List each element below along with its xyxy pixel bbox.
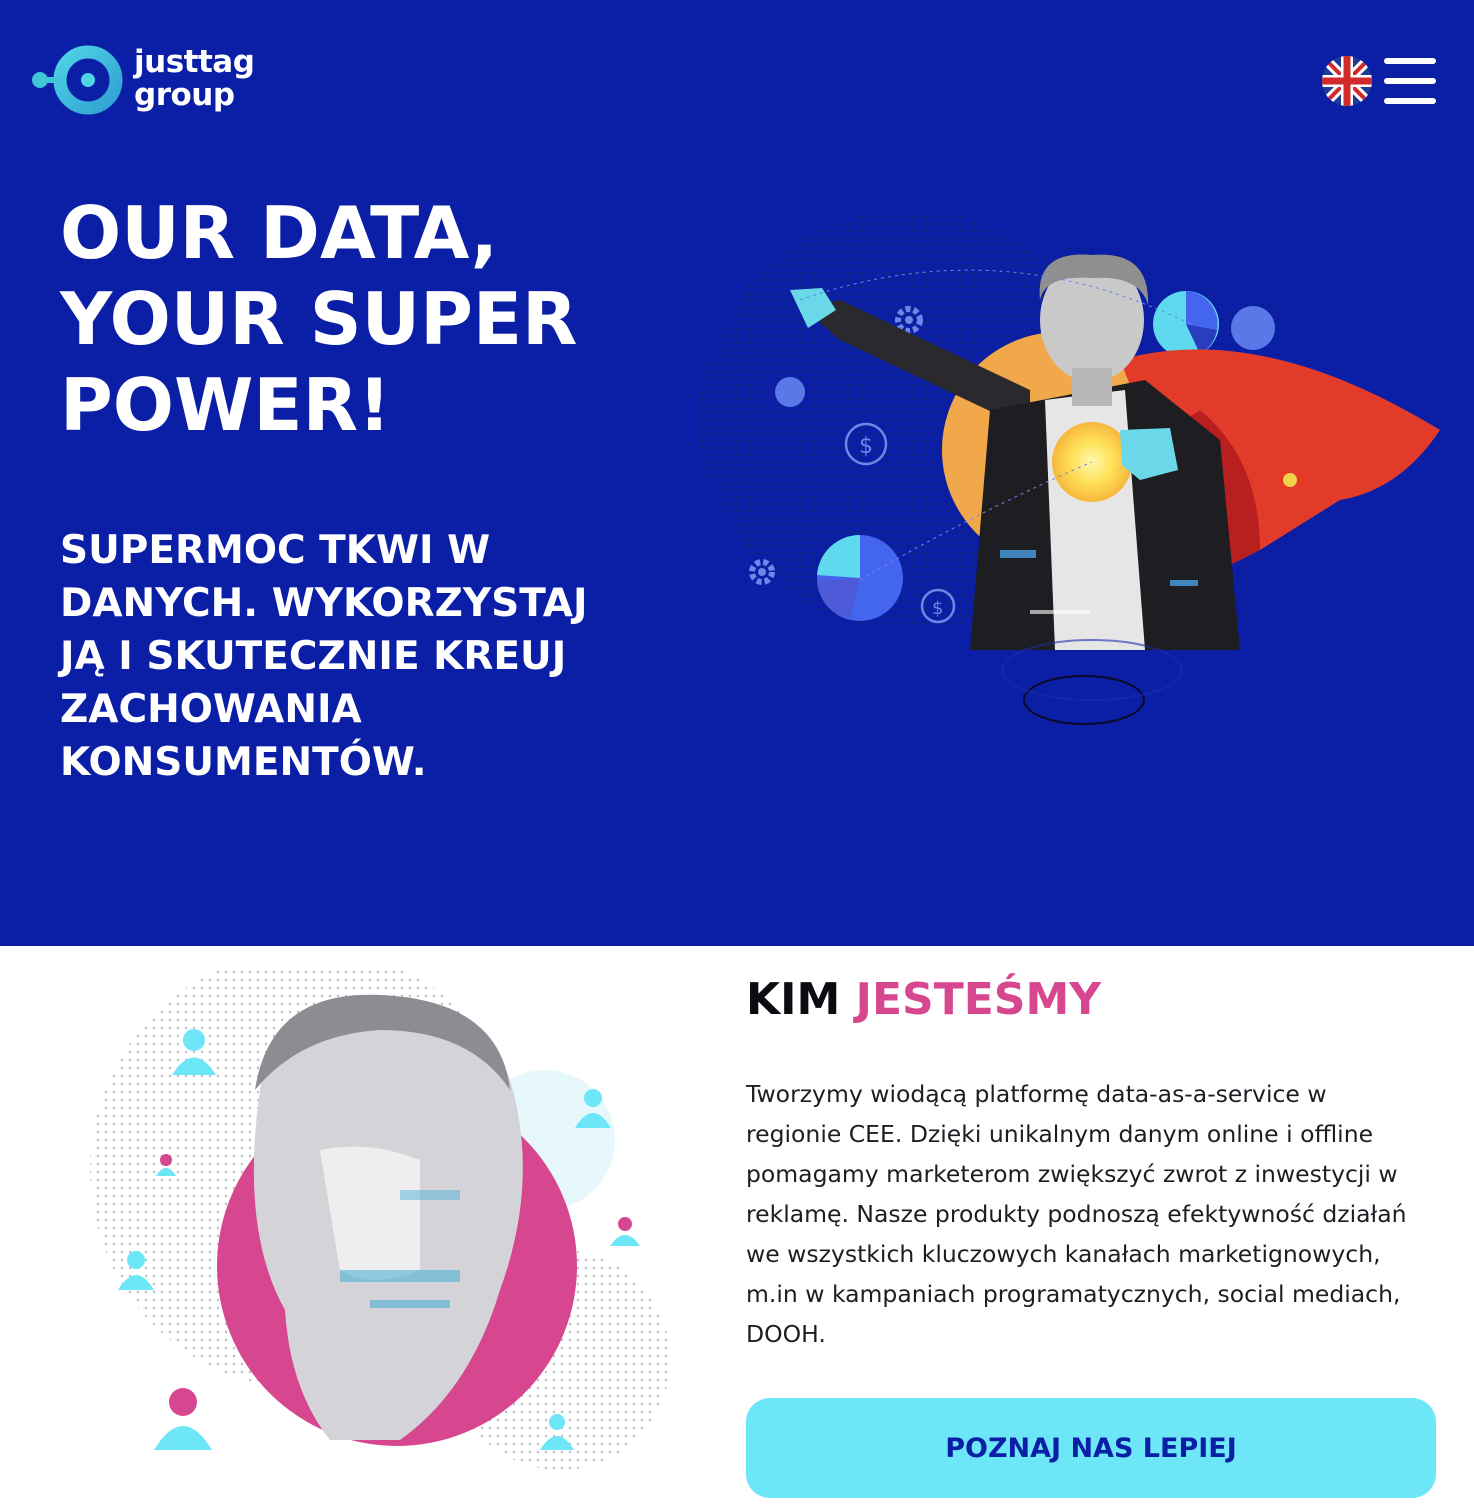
menu-bar-icon [1384, 98, 1436, 104]
about-heading-part-1: KIM [746, 974, 841, 1025]
logo-line-1: justtag [134, 44, 255, 80]
justtag-logo[interactable]: justtag group [30, 40, 270, 120]
svg-text:$: $ [932, 598, 943, 619]
hero-title-line: POWER! [60, 363, 391, 447]
about-description-line: regionie CEE. Dzięki unikalnym danym onl… [746, 1120, 1374, 1148]
about-description-line: pomagamy marketerom zwiększyć zwrot z in… [746, 1160, 1398, 1188]
menu-bar-icon [1384, 58, 1436, 64]
pie-chart-icon [1153, 291, 1219, 357]
person-icon [154, 1388, 212, 1450]
hero-subtitle-line: JĄ I SKUTECZNIE KREUJ [60, 634, 567, 679]
logo-wordmark: justtag group [134, 44, 255, 113]
about-description-line: m.in w kampaniach programatycznych, soci… [746, 1280, 1401, 1308]
about-description-line: we wszystkich kluczowych kanałach market… [746, 1240, 1381, 1268]
hero-title-line: OUR DATA, [60, 191, 499, 275]
hero-title-line: YOUR SUPER [60, 277, 578, 361]
pie-chart-icon [817, 534, 903, 621]
about-description: Tworzymy wiodącą platformę data-as-a-ser… [746, 1074, 1436, 1354]
about-description-line: reklamę. Nasze produkty podnoszą efektyw… [746, 1200, 1407, 1228]
hero-section: justtag group OUR DATA, YOUR SUPER POWER… [0, 0, 1474, 946]
menu-bar-icon [1384, 78, 1436, 84]
about-heading-part-2: JESTEŚMY [855, 974, 1102, 1025]
logo-mark-icon [32, 45, 123, 115]
hero-title: OUR DATA, YOUR SUPER POWER! [60, 190, 680, 448]
about-description-line: DOOH. [746, 1320, 826, 1348]
person-icon [610, 1217, 640, 1246]
hero-subtitle-line: DANYCH. WYKORZYSTAJ [60, 581, 588, 626]
hamburger-menu-button[interactable] [1384, 58, 1436, 104]
hero-subtitle-line: KONSUMENTÓW. [60, 740, 427, 785]
hero-subtitle-line: ZACHOWANIA [60, 687, 362, 732]
statue-head-illustration [90, 970, 670, 1470]
learn-more-button[interactable]: POZNAJ NAS LEPIEJ [746, 1398, 1436, 1498]
superhero-statue-illustration: $ $ [700, 110, 1440, 725]
logo-line-2: group [134, 77, 235, 113]
hero-subtitle: SUPERMOC TKWI W DANYCH. WYKORZYSTAJ JĄ I… [60, 524, 700, 789]
about-description-line: Tworzymy wiodącą platformę data-as-a-ser… [746, 1080, 1327, 1108]
svg-text:$: $ [859, 434, 873, 459]
language-switch-button[interactable] [1322, 56, 1372, 106]
hero-subtitle-line: SUPERMOC TKWI W [60, 528, 491, 573]
about-heading: KIM JESTEŚMY [746, 972, 1101, 1028]
uk-flag-icon [1322, 56, 1372, 106]
